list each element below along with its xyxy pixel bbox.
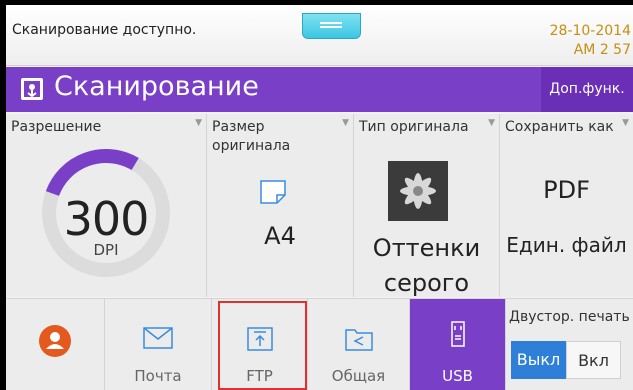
status-bar: Сканирование доступно. 28-10-2014 AM 2 5… [6,5,633,66]
duplex-panel: Двустор. печать Выкл Вкл [506,298,633,390]
pull-down-handle[interactable] [302,13,361,39]
dropdown-caret-icon: ▼ [488,118,495,128]
ftp-upload-icon [246,327,273,351]
page-title: Сканирование [54,71,259,102]
original-size-label: Размер оригинала [212,118,290,156]
duplex-on-toggle[interactable]: Вкл [566,341,621,379]
ftp-button[interactable]: FTP [212,298,308,390]
address-book-icon [39,325,71,357]
time-text: AM 2 57 [573,42,631,58]
original-size-tile[interactable]: Размер оригинала ▼ A4 [207,114,354,297]
mail-icon [143,327,173,349]
ftp-label: FTP [246,367,273,385]
scanner-screen: Сканирование доступно. 28-10-2014 AM 2 5… [6,5,633,390]
resolution-tile[interactable]: Разрешение ▼ 300 DPI [6,114,207,297]
save-as-label: Сохранить как [505,119,614,135]
resolution-value: 300 [63,192,150,246]
usb-icon [450,321,465,347]
original-type-label: Тип оригинала [359,119,469,135]
title-bar: Сканирование Доп.функ. [6,67,633,112]
handle-line-icon [320,22,342,24]
original-type-value-line2: серого [383,269,470,297]
paper-icon [260,180,286,204]
more-functions-button[interactable]: Доп.функ. [541,67,633,112]
mail-label: Почта [134,367,182,385]
original-type-value-line1: Оттенки [372,234,481,262]
duplex-label: Двустор. печать [509,309,630,325]
save-mode-value: Един. файл [506,233,627,257]
resolution-unit: DPI [93,241,119,259]
status-message: Сканирование доступно. [12,22,197,38]
original-size-value: A4 [264,222,296,250]
save-as-tile[interactable]: Сохранить как ▼ PDF Един. файл [500,114,633,297]
mail-button[interactable]: Почта [105,298,212,390]
usb-label: USB [442,367,473,385]
original-size-label-line2: оригинала [212,138,291,154]
shared-folder-button[interactable]: Общая [308,298,410,390]
dropdown-caret-icon: ▼ [622,118,629,128]
handle-line-icon [320,26,342,28]
save-format-value: PDF [543,176,590,204]
resolution-gauge-fill [45,149,139,197]
scan-app-icon [21,78,43,100]
shared-folder-icon [344,329,373,351]
duplex-off-toggle[interactable]: Выкл [511,341,566,379]
dropdown-caret-icon: ▼ [342,118,349,128]
original-type-tile[interactable]: Тип оригинала ▼ Оттенки серого [354,114,500,297]
original-size-label-line1: Размер [212,119,265,135]
date-text: 28-10-2014 [549,23,631,39]
clock: 28-10-2014 AM 2 57 [550,22,631,60]
resolution-label: Разрешение [11,119,102,135]
grayscale-photo-icon [388,161,448,221]
original-type-value: Оттенки серого [354,231,499,301]
shared-folder-label: Общая [331,367,386,385]
address-book-button[interactable] [6,298,105,390]
dropdown-caret-icon: ▼ [195,118,202,128]
usb-button[interactable]: USB [410,298,506,390]
